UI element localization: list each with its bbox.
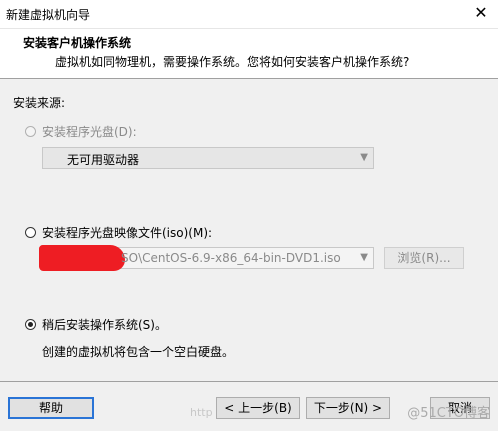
page-title: 安装客户机操作系统 bbox=[23, 36, 132, 50]
chevron-down-icon: ▼ bbox=[360, 252, 368, 263]
install-later-radio[interactable] bbox=[25, 319, 36, 330]
install-later-description: 创建的虚拟机将包含一个空白硬盘。 bbox=[42, 345, 235, 359]
redaction-mark bbox=[39, 245, 125, 271]
drive-select[interactable]: 无可用驱动器 ▼ bbox=[42, 147, 374, 169]
chevron-down-icon: ▼ bbox=[360, 152, 368, 163]
wizard-footer: 帮助 http < 上一步(B) 下一步(N) > 取消 @51CTO博客 bbox=[0, 382, 498, 431]
disc-radio-label: 安装程序光盘(D): bbox=[42, 125, 137, 139]
watermark-brand: @51CTO博客 bbox=[407, 406, 490, 421]
page-subtitle: 虚拟机如同物理机，需要操作系统。您将如何安装客户机操作系统? bbox=[55, 55, 410, 69]
next-button[interactable]: 下一步(N) > bbox=[306, 397, 390, 419]
install-source-label: 安装来源: bbox=[13, 96, 66, 110]
back-button[interactable]: < 上一步(B) bbox=[216, 397, 300, 419]
iso-path-input[interactable]: SO\CentOS-6.9-x86_64-bin-DVD1.iso ▼ bbox=[39, 245, 374, 271]
disc-radio[interactable] bbox=[25, 126, 36, 137]
drive-select-value: 无可用驱动器 bbox=[67, 153, 140, 167]
iso-path-value: SO\CentOS-6.9-x86_64-bin-DVD1.iso bbox=[121, 251, 341, 265]
install-source-panel: 安装来源: 安装程序光盘(D): 无可用驱动器 ▼ 安装程序光盘映像文件(iso… bbox=[0, 79, 498, 381]
install-later-label: 稍后安装操作系统(S)。 bbox=[42, 318, 167, 332]
iso-radio[interactable] bbox=[25, 227, 36, 238]
wizard-header: 安装客户机操作系统 虚拟机如同物理机，需要操作系统。您将如何安装客户机操作系统? bbox=[0, 29, 498, 77]
iso-radio-label: 安装程序光盘映像文件(iso)(M): bbox=[42, 226, 213, 240]
watermark-url: http bbox=[190, 406, 213, 419]
browse-button[interactable]: 浏览(R)... bbox=[384, 247, 464, 269]
window-title: 新建虚拟机向导 bbox=[6, 8, 91, 22]
title-bar: 新建虚拟机向导 ✕ bbox=[0, 0, 498, 29]
close-icon[interactable]: ✕ bbox=[470, 2, 492, 24]
help-button[interactable]: 帮助 bbox=[8, 397, 94, 419]
